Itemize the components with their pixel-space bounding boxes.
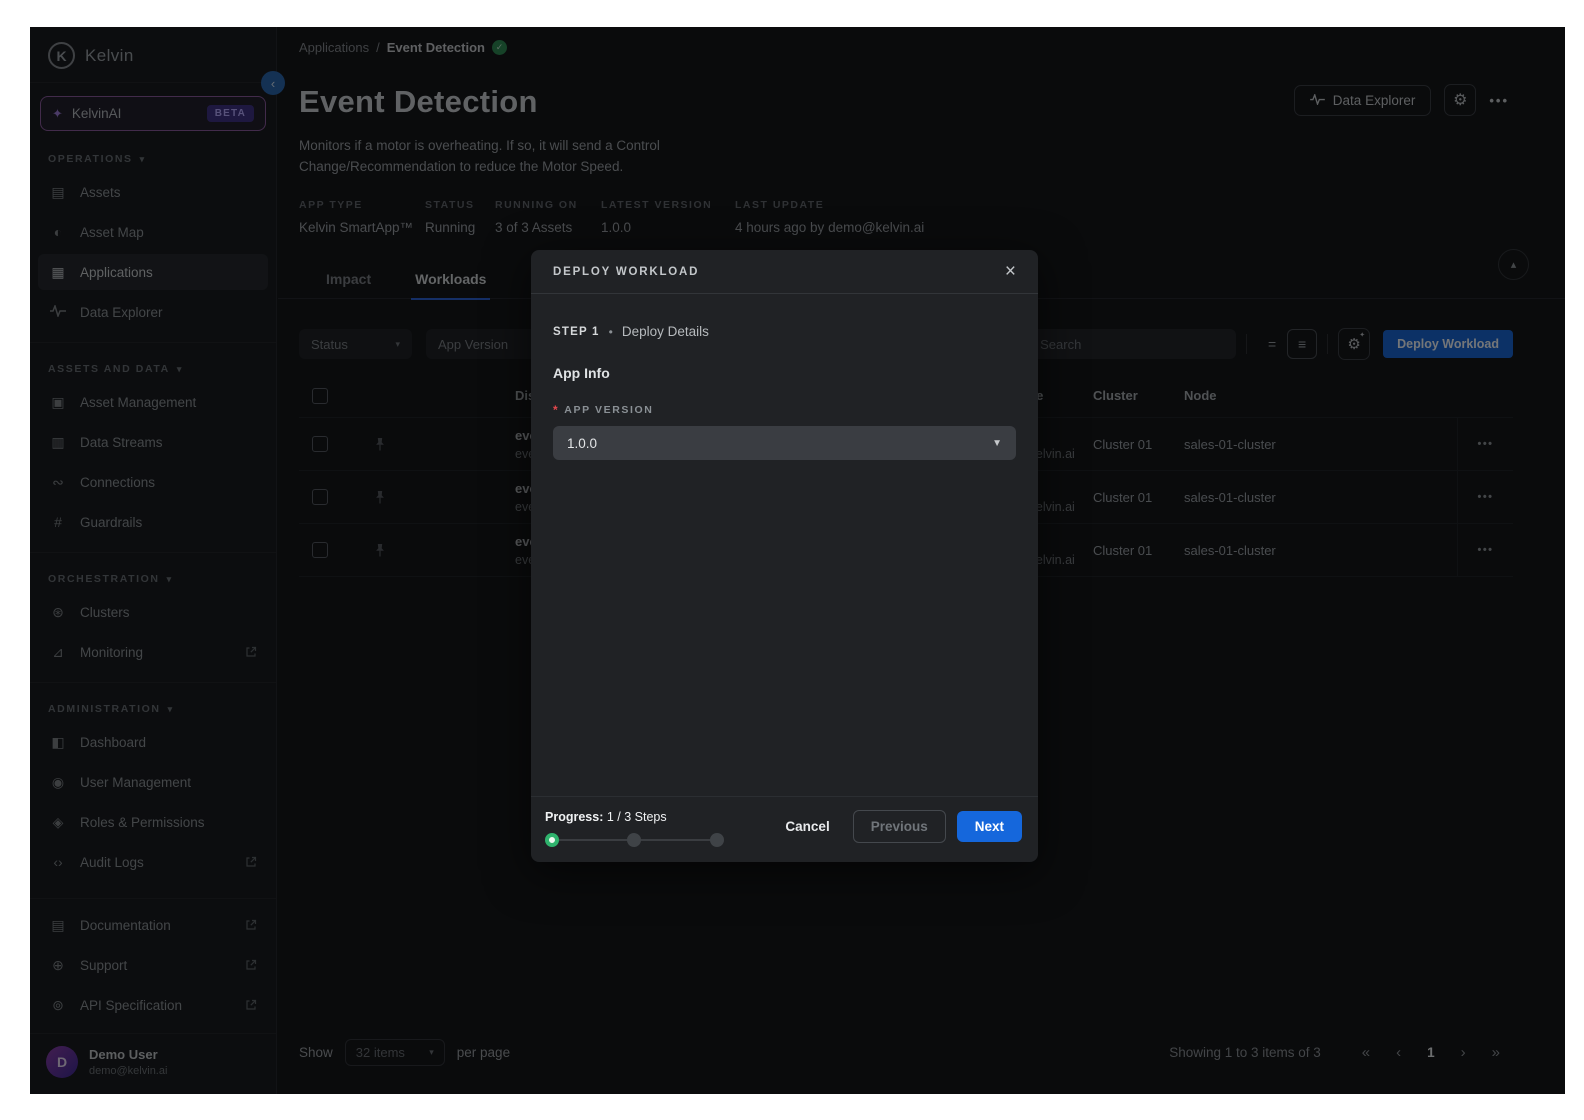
caret-down-icon: ▼: [992, 438, 1002, 449]
app-version-select[interactable]: 1.0.0 ▼: [553, 426, 1016, 460]
step-dot-1: [545, 833, 559, 847]
required-asterisk: *: [553, 403, 559, 417]
step-label: STEP 1: [553, 326, 600, 338]
progress-block: Progress: 1 / 3 Steps: [545, 810, 724, 847]
step-indicator: STEP 1 • Deploy Details: [553, 324, 1016, 339]
progress-stepper: [545, 833, 724, 847]
close-icon: ×: [1005, 261, 1016, 282]
app-window: K Kelvin ✦ KelvinAI BETA OPERATIONS ▾ ▤ …: [30, 27, 1565, 1094]
modal-body: STEP 1 • Deploy Details App Info * APP V…: [531, 294, 1038, 460]
close-button[interactable]: ×: [1005, 262, 1016, 281]
modal-header: DEPLOY WORKLOAD ×: [531, 250, 1038, 294]
deploy-workload-modal: DEPLOY WORKLOAD × STEP 1 • Deploy Detail…: [531, 250, 1038, 862]
step-name: Deploy Details: [622, 324, 709, 339]
app-version-value: 1.0.0: [567, 436, 597, 451]
cancel-button[interactable]: Cancel: [773, 811, 841, 842]
section-title: App Info: [553, 365, 1016, 381]
modal-title: DEPLOY WORKLOAD: [553, 266, 699, 278]
app-version-field-label: * APP VERSION: [553, 403, 1016, 417]
bullet-icon: •: [609, 325, 613, 339]
modal-buttons: Cancel Previous Next: [773, 810, 1022, 847]
progress-label: Progress: 1 / 3 Steps: [545, 810, 724, 824]
next-button[interactable]: Next: [957, 811, 1022, 842]
previous-button[interactable]: Previous: [853, 810, 946, 843]
step-dot-2: [627, 833, 641, 847]
step-dot-3: [710, 833, 724, 847]
modal-footer: Progress: 1 / 3 Steps Cancel Previous Ne…: [531, 796, 1038, 862]
